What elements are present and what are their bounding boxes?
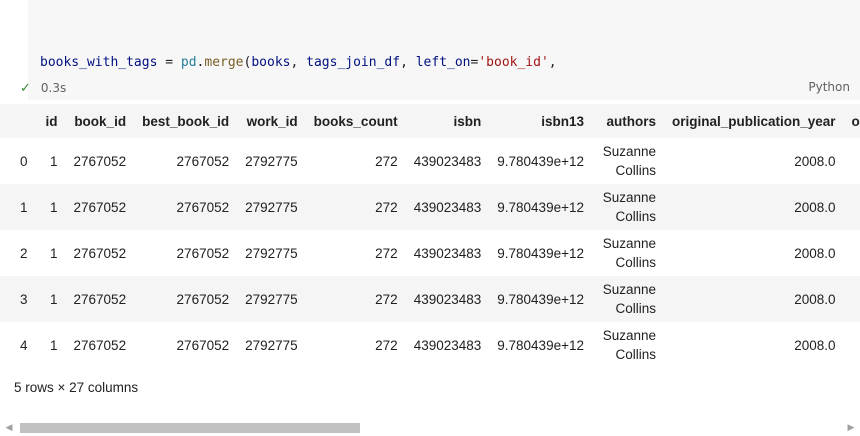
check-icon: ✓ [20,80,31,96]
code-cell[interactable]: books_with_tags = pd.merge(books, tags_j… [28,0,860,187]
table-cell: 272 [375,153,398,169]
table-cell: 439023483 [413,291,482,307]
table-cell: Suzanne Collins [592,184,664,230]
table-cell: 2008.0 [794,199,836,215]
execution-time: 0.3s [40,81,67,95]
table-cell: 9.780439e+12 [497,153,584,169]
table-cell: 2008.0 [794,291,836,307]
table-cell: 2767052 [176,245,230,261]
row-index: 2 [20,245,28,261]
table-cell: 9.780439e+12 [497,337,584,353]
table-cell: 272 [375,291,398,307]
chevron-left-icon[interactable]: ◀ [2,420,16,436]
chevron-right-icon[interactable]: ▶ [844,420,858,436]
table-cell: 2792775 [245,337,298,353]
table-cell: 9.780439e+12 [497,245,584,261]
table-cell: Suzanne Collins [592,138,664,184]
table-cell [844,322,860,368]
table-cell: 439023483 [413,199,482,215]
output-area: id book_id best_book_id work_id books_co… [0,104,860,368]
authors-value: Suzanne Collins [602,328,656,362]
table-cell: Suzanne Collins [592,230,664,276]
table-cell: 9.780439e+12 [497,199,584,215]
column-header: original_publication_year [671,113,836,129]
table-row: 0 1 2767052 2767052 2792775 272 43902348… [0,138,860,184]
table-cell: 2767052 [176,291,230,307]
table-cell: 1 [50,153,58,169]
table-cell: 2792775 [245,199,298,215]
table-cell: 2767052 [176,153,230,169]
table-header-row: id book_id best_book_id work_id books_co… [0,104,860,138]
table-cell: 272 [375,337,398,353]
table-cell: 2792775 [245,245,298,261]
execution-status: ✓ 0.3s [20,79,66,97]
column-header: authors [606,113,656,129]
authors-value: Suzanne Collins [602,144,656,178]
authors-value: Suzanne Collins [602,190,656,224]
table-cell: 1 [50,199,58,215]
table-cell: 2767052 [73,291,127,307]
dataframe-table: id book_id best_book_id work_id books_co… [0,104,860,368]
column-header: book_id [74,113,127,129]
cell-language[interactable]: Python [808,80,850,94]
row-index: 3 [20,291,28,307]
table-cell: 2767052 [73,153,127,169]
table-row: 4 1 2767052 2767052 2792775 272 43902348… [0,322,860,368]
table-cell: 439023483 [413,153,482,169]
authors-value: Suzanne Collins [602,282,656,316]
table-cell: 9.780439e+12 [497,291,584,307]
table-cell: Suzanne Collins [592,276,664,322]
table-cell: 439023483 [413,245,482,261]
table-cell: 1 [50,337,58,353]
table-cell: 2792775 [245,291,298,307]
dataframe-shape-summary: 5 rows × 27 columns [14,380,139,395]
table-cell: 1 [50,245,58,261]
table-cell [844,230,860,276]
table-cell: 272 [375,199,398,215]
column-header: isbn13 [541,113,584,129]
table-cell: 2008.0 [794,153,836,169]
column-header: o [851,113,860,129]
table-cell: 1 [50,291,58,307]
row-index: 1 [20,199,28,215]
table-cell: 2767052 [176,337,230,353]
table-cell [844,138,860,184]
table-cell: 2792775 [245,153,298,169]
table-cell [844,184,860,230]
table-cell: 2008.0 [794,245,836,261]
column-header: id [45,113,58,129]
authors-value: Suzanne Collins [602,236,656,270]
table-cell: 439023483 [413,337,482,353]
table-cell: 2008.0 [794,337,836,353]
column-header: work_id [246,113,298,129]
column-header: best_book_id [142,113,230,129]
column-header: books_count [313,113,398,129]
table-row: 1 1 2767052 2767052 2792775 272 43902348… [0,184,860,230]
column-header [0,104,38,138]
table-cell [844,276,860,322]
table-cell: Suzanne Collins [592,322,664,368]
table-cell: 2767052 [73,199,127,215]
table-row: 2 1 2767052 2767052 2792775 272 43902348… [0,230,860,276]
table-cell: 272 [375,245,398,261]
row-index: 0 [20,153,28,169]
table-cell: 2767052 [73,245,127,261]
table-cell: 2767052 [176,199,230,215]
horizontal-scrollbar[interactable]: ◀ ▶ [0,420,860,436]
scrollbar-thumb[interactable] [20,423,360,433]
column-header: isbn [453,113,482,129]
table-row: 3 1 2767052 2767052 2792775 272 43902348… [0,276,860,322]
table-cell: 2767052 [73,337,127,353]
code-line-1: books_with_tags = pd.merge(books, tags_j… [40,55,557,70]
row-index: 4 [20,337,28,353]
